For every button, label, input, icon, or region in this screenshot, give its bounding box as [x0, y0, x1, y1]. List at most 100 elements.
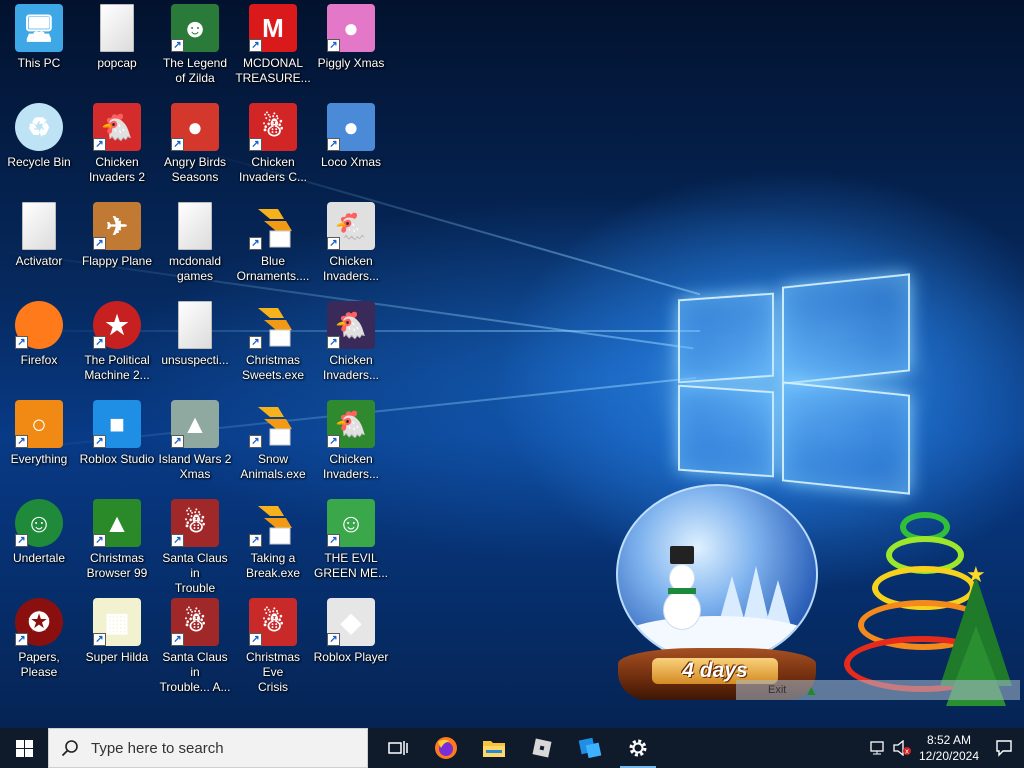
shortcut-arrow-icon: ↗ — [249, 336, 262, 349]
desktop-icon-label: popcap — [97, 56, 137, 70]
shortcut-arrow-icon: ↗ — [327, 534, 340, 547]
desktop-icon-chicken-invaders-a[interactable]: 🐔 ↗ Chicken Invaders... — [312, 202, 390, 284]
desktop-icon-christmas-browser-99[interactable]: ▲ ↗ Christmas Browser 99 — [78, 499, 156, 581]
desktop-icon-loco-xmas[interactable]: ● ↗ Loco Xmas — [312, 103, 390, 170]
papers-please-icon: ✪ ↗ — [15, 598, 63, 646]
shortcut-arrow-icon: ↗ — [15, 534, 28, 547]
zilda-icon: ☻ ↗ — [171, 4, 219, 52]
desktop-icon-super-hilda[interactable]: ▦ ↗ Super Hilda — [78, 598, 156, 665]
desktop-icon-evil-green-me[interactable]: ☺ ↗ THE EVIL GREEN ME... — [312, 499, 390, 581]
pixel-character-icon: ▦ ↗ — [93, 598, 141, 646]
shortcut-arrow-icon: ↗ — [249, 138, 262, 151]
desktop-icon-snow-animals[interactable]: ↗ Snow Animals.exe — [234, 400, 312, 482]
desktop-icon-label: Christmas Eve Crisis — [245, 650, 300, 694]
shortcut-arrow-icon: ↗ — [249, 237, 262, 250]
desktop-icon-label: Activator — [15, 254, 63, 268]
taskbar-roblox-button[interactable] — [518, 728, 566, 768]
shortcut-arrow-icon: ↗ — [171, 534, 184, 547]
start-button[interactable] — [0, 728, 48, 768]
desktop-icon-recycle-bin[interactable]: ♻ Recycle Bin — [0, 103, 78, 170]
desktop-icon-roblox-player[interactable]: ◆ ↗ Roblox Player — [312, 598, 390, 665]
shortcut-arrow-icon: ↗ — [15, 336, 28, 349]
taskbar-clock[interactable]: 8:52 AM 12/20/2024 — [914, 732, 984, 764]
desktop-icon-chicken-invaders-d[interactable]: 🐔 ↗ Chicken Invaders... — [312, 400, 390, 482]
exit-button[interactable]: Exit ▲ — [736, 680, 1020, 700]
desktop-icon-label: MCDONAL TREASURE... — [235, 56, 311, 85]
desktop-icon-santa-claus-trouble-a[interactable]: ☃ ↗ Santa Claus in Trouble... A... — [156, 598, 234, 695]
task-view-icon — [388, 741, 408, 755]
taskbar-firefox-button[interactable] — [422, 728, 470, 768]
desktop-icon-label: Chicken Invaders... — [322, 353, 380, 382]
desktop-icon-label: Flappy Plane — [81, 254, 153, 268]
taskbar: x 8:52 AM 12/20/2024 — [0, 728, 1024, 768]
desktop-icon-mcdonal-treasure[interactable]: M ↗ MCDONAL TREASURE... — [234, 4, 312, 86]
search-input[interactable] — [91, 739, 351, 757]
angry-bird-icon: ● ↗ — [171, 103, 219, 151]
taskbar-settings-button[interactable] — [614, 728, 662, 768]
desktop-icon-label: Recycle Bin — [7, 155, 71, 169]
shortcut-arrow-icon: ↗ — [171, 435, 184, 448]
desktop-icon-label: Roblox Studio — [79, 452, 155, 466]
mcdonalds-icon: M ↗ — [249, 4, 297, 52]
desktop-icon-chicken-invaders-c[interactable]: ☃ ↗ Chicken Invaders C... — [234, 103, 312, 185]
shortcut-arrow-icon: ↗ — [15, 633, 28, 646]
chicken-icon: 🐔 ↗ — [327, 202, 375, 250]
roblox-icon: ◆ ↗ — [327, 598, 375, 646]
desktop-icon-taking-a-break[interactable]: ↗ Taking a Break.exe — [234, 499, 312, 581]
desktop-icon-unsuspecting[interactable]: unsuspecti... — [156, 301, 234, 368]
action-center-button[interactable] — [984, 728, 1024, 768]
desktop-icon-island-wars-2[interactable]: ▲ ↗ Island Wars 2 Xmas — [156, 400, 234, 482]
desktop-icon-label: mcdonald games — [168, 254, 222, 283]
firefox-icon — [435, 737, 457, 759]
desktop-icon-label: Undertale — [12, 551, 66, 565]
desktop-icon-this-pc[interactable]: 🖥 This PC — [0, 4, 78, 71]
desktop-icon-activator[interactable]: Activator — [0, 202, 78, 269]
desktop-icon-everything[interactable]: ○ ↗ Everything — [0, 400, 78, 467]
shortcut-arrow-icon: ↗ — [327, 39, 340, 52]
shortcut-arrow-icon: ↗ — [171, 138, 184, 151]
desktop-icon-flappy-plane[interactable]: ✈ ↗ Flappy Plane — [78, 202, 156, 269]
desktop-icon-popcap[interactable]: popcap — [78, 4, 156, 71]
desktop-icon-roblox-studio[interactable]: ■ ↗ Roblox Studio — [78, 400, 156, 467]
christmas-countdown-widget[interactable]: 4 days — [612, 484, 822, 704]
desktop-icon-blue-ornaments[interactable]: ↗ Blue Ornaments.... — [234, 202, 312, 284]
desktop-icon-angry-birds-seasons[interactable]: ● ↗ Angry Birds Seasons — [156, 103, 234, 185]
shortcut-arrow-icon: ↗ — [171, 633, 184, 646]
task-view-button[interactable] — [374, 728, 422, 768]
desktop-icon-label: Blue Ornaments.... — [236, 254, 310, 283]
desktop-icon-papers-please[interactable]: ✪ ↗ Papers, Please — [0, 598, 78, 680]
shortcut-arrow-icon: ↗ — [93, 336, 106, 349]
shortcut-arrow-icon: ↗ — [171, 39, 184, 52]
desktop-icon-label: Papers, Please — [18, 650, 60, 679]
file-icon — [178, 301, 212, 349]
desktop-icon-label: Super Hilda — [85, 650, 149, 664]
desktop-icon-christmas-sweets[interactable]: ↗ Christmas Sweets.exe — [234, 301, 312, 383]
desktop-icon-chicken-invaders-2[interactable]: 🐔 ↗ Chicken Invaders 2 — [78, 103, 156, 185]
shortcut-arrow-icon: ↗ — [93, 237, 106, 250]
desktop-icon-mcdonald-games[interactable]: mcdonald games — [156, 202, 234, 284]
shortcut-arrow-icon: ↗ — [327, 237, 340, 250]
volume-muted-icon[interactable]: x — [890, 728, 914, 768]
file-icon — [178, 202, 212, 250]
desktop-icon-chicken-invaders-b[interactable]: 🐔 ↗ Chicken Invaders... — [312, 301, 390, 383]
network-icon[interactable] — [866, 728, 890, 768]
desktop-icon-piggly-xmas[interactable]: ● ↗ Piggly Xmas — [312, 4, 390, 71]
taskbar-file-explorer-button[interactable] — [470, 728, 518, 768]
desktop-icon-christmas-eve-crisis[interactable]: ☃ ↗ Christmas Eve Crisis — [234, 598, 312, 695]
santa-icon: ☃ ↗ — [249, 598, 297, 646]
plane-icon: ✈ ↗ — [93, 202, 141, 250]
santa-icon: ☃ ↗ — [171, 598, 219, 646]
desktop-icon-undertale[interactable]: ☺ ↗ Undertale — [0, 499, 78, 566]
desktop-icon-santa-claus-trouble[interactable]: ☃ ↗ Santa Claus in Trouble — [156, 499, 234, 596]
pig-icon: ● ↗ — [327, 4, 375, 52]
desktop-icon-legend-of-zilda[interactable]: ☻ ↗ The Legend of Zilda — [156, 4, 234, 86]
desktop-icon-label: The Political Machine 2... — [84, 353, 150, 382]
exit-label: Exit — [768, 684, 787, 696]
taskbar-search-box[interactable] — [48, 728, 368, 768]
windows-logo-icon — [15, 739, 33, 757]
teddy-bear-icon: ● ↗ — [327, 103, 375, 151]
desktop-icon-political-machine[interactable]: ★ ↗ The Political Machine 2... — [78, 301, 156, 383]
taskbar-roblox-studio-button[interactable] — [566, 728, 614, 768]
desktop-icon-firefox[interactable]: ↗ Firefox — [0, 301, 78, 368]
desktop-icon-label: Chicken Invaders 2 — [88, 155, 146, 184]
